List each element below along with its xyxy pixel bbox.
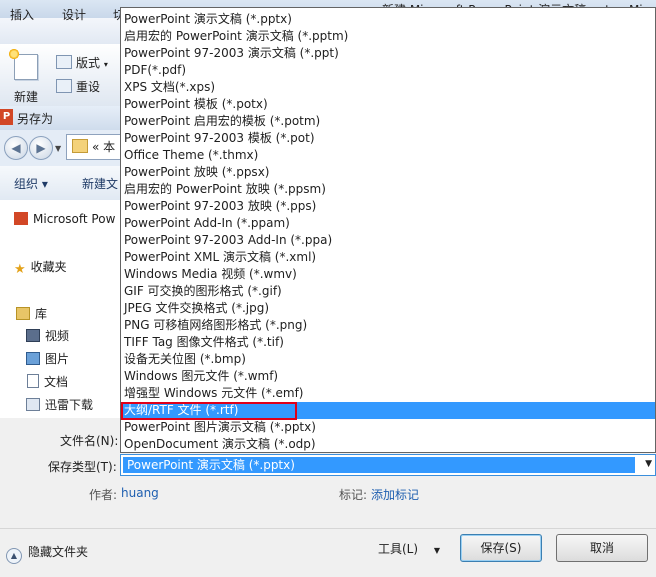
nav-item-microsoft-powerpoint[interactable]: Microsoft Pow xyxy=(14,212,115,226)
powerpoint-icon xyxy=(14,212,28,225)
savetype-select[interactable]: PowerPoint 演示文稿 (*.pptx) ▼ xyxy=(120,454,656,476)
address-text: « 本 xyxy=(92,140,116,154)
nav-item-thunder-downloads[interactable]: 迅雷下载 xyxy=(26,396,93,413)
dropdown-option[interactable]: PowerPoint 模板 (*.potx) xyxy=(124,96,653,113)
save-button[interactable]: 保存(S) xyxy=(460,534,542,562)
nav-item-label: 文档 xyxy=(44,375,69,389)
nav-item-libraries[interactable]: 库 xyxy=(16,305,47,322)
tab-insert[interactable]: 插入 xyxy=(10,6,34,23)
layout-icon xyxy=(56,55,72,69)
forward-arrow-icon: ▶ xyxy=(36,141,46,155)
reset-button[interactable]: 重设 xyxy=(56,78,100,95)
dropdown-option[interactable]: XPS 文档(*.xps) xyxy=(124,79,653,96)
tab-design[interactable]: 设计 xyxy=(62,6,86,23)
tools-dropdown-icon: ▼ xyxy=(433,546,441,555)
tags-label: 标记: xyxy=(339,488,368,502)
hide-folders-button[interactable]: ▲ 隐藏文件夹 xyxy=(6,543,88,564)
tools-label: 工具(L) xyxy=(378,542,419,556)
organize-button[interactable]: 组织 ▾ xyxy=(14,175,48,192)
nav-item-pictures[interactable]: 图片 xyxy=(26,350,69,367)
nav-item-videos[interactable]: 视频 xyxy=(26,327,69,344)
reset-icon xyxy=(56,79,72,93)
dropdown-option[interactable]: OpenDocument 演示文稿 (*.odp) xyxy=(124,436,653,452)
dropdown-option[interactable]: PowerPoint 97-2003 Add-In (*.ppa) xyxy=(124,232,653,249)
dropdown-option[interactable]: Windows Media 视频 (*.wmv) xyxy=(124,266,653,283)
dropdown-option[interactable]: PDF(*.pdf) xyxy=(124,62,653,79)
savetype-value: PowerPoint 演示文稿 (*.pptx) xyxy=(123,457,635,473)
nav-item-label: Microsoft Pow xyxy=(33,212,116,226)
nav-item-documents[interactable]: 文档 xyxy=(27,373,68,390)
collapse-icon: ▲ xyxy=(6,548,22,564)
divider xyxy=(0,528,656,529)
dropdown-arrow-icon: ▼ xyxy=(645,459,652,469)
dropdown-option[interactable]: PowerPoint 启用宏的模板 (*.potm) xyxy=(124,113,653,130)
new-slide-button[interactable]: 新建 xyxy=(8,48,44,104)
dropdown-option[interactable]: PowerPoint 97-2003 演示文稿 (*.ppt) xyxy=(124,45,653,62)
tools-button[interactable]: 工具(L) ▼ xyxy=(378,540,440,557)
new-folder-button[interactable]: 新建文 xyxy=(82,175,118,192)
video-icon xyxy=(26,329,40,342)
dropdown-option[interactable]: PowerPoint 97-2003 放映 (*.pps) xyxy=(124,198,653,215)
highlight-outline xyxy=(121,402,297,420)
dropdown-option[interactable]: 设备无关位图 (*.bmp) xyxy=(124,351,653,368)
dropdown-option[interactable]: PowerPoint 放映 (*.ppsx) xyxy=(124,164,653,181)
dropdown-option[interactable]: 增强型 Windows 元文件 (*.emf) xyxy=(124,385,653,402)
library-icon xyxy=(16,307,30,320)
dialog-title: 另存为 xyxy=(17,112,54,126)
hide-folders-label: 隐藏文件夹 xyxy=(28,545,89,559)
dropdown-option[interactable]: Office Theme (*.thmx) xyxy=(124,147,653,164)
savetype-dropdown-list: PowerPoint 演示文稿 (*.pptx) 启用宏的 PowerPoint … xyxy=(120,7,656,453)
layout-button[interactable]: 版式 ▾ xyxy=(56,54,108,71)
filename-label: 文件名(N): xyxy=(60,434,119,448)
cancel-button[interactable]: 取消 xyxy=(556,534,648,562)
nav-item-label: 图片 xyxy=(45,352,70,366)
dropdown-option[interactable]: PowerPoint XML 演示文稿 (*.xml) xyxy=(124,249,653,266)
back-arrow-icon: ◀ xyxy=(11,141,21,155)
author-value[interactable]: huang xyxy=(121,486,159,500)
back-button[interactable]: ◀ xyxy=(4,136,28,160)
new-slide-icon xyxy=(9,49,38,80)
download-icon xyxy=(26,398,40,411)
reset-label: 重设 xyxy=(76,80,101,94)
nav-item-label: 收藏夹 xyxy=(30,260,67,274)
dropdown-option[interactable]: GIF 可交换的图形格式 (*.gif) xyxy=(124,283,653,300)
dropdown-option[interactable]: TIFF Tag 图像文件格式 (*.tif) xyxy=(124,334,653,351)
new-slide-label: 新建 xyxy=(14,90,39,104)
savetype-label: 保存类型(T): xyxy=(48,460,117,474)
dropdown-option[interactable]: PowerPoint Add-In (*.ppam) xyxy=(124,215,653,232)
dropdown-option[interactable]: Windows 图元文件 (*.wmf) xyxy=(124,368,653,385)
dropdown-option[interactable]: PowerPoint 演示文稿 (*.pptx) xyxy=(124,11,653,28)
dropdown-option[interactable]: PNG 可移植网络图形格式 (*.png) xyxy=(124,317,653,334)
picture-icon xyxy=(26,352,40,365)
author-label: 作者: xyxy=(89,488,118,502)
dropdown-option[interactable]: 启用宏的 PowerPoint 放映 (*.ppsm) xyxy=(124,181,653,198)
dropdown-option[interactable]: 启用宏的 PowerPoint 演示文稿 (*.pptm) xyxy=(124,28,653,45)
dropdown-option[interactable]: PowerPoint 图片演示文稿 (*.pptx) xyxy=(124,419,653,436)
powerpoint-icon: P xyxy=(0,109,13,125)
folder-icon xyxy=(72,139,88,153)
navigation-pane: Microsoft Pow ★ 收藏夹 库 视频 图片 文档 迅雷下载 xyxy=(0,200,123,418)
nav-item-label: 迅雷下载 xyxy=(45,398,94,412)
nav-item-label: 视频 xyxy=(45,329,70,343)
document-icon xyxy=(27,374,39,388)
layout-label: 版式 xyxy=(76,56,101,70)
tags-value[interactable]: 添加标记 xyxy=(371,486,419,503)
nav-item-favorites[interactable]: ★ 收藏夹 xyxy=(14,258,67,277)
forward-button[interactable]: ▶ xyxy=(29,136,53,160)
star-icon: ★ xyxy=(14,262,26,277)
history-dropdown-icon[interactable]: ▼ xyxy=(55,144,61,153)
dropdown-option[interactable]: JPEG 文件交换格式 (*.jpg) xyxy=(124,300,653,317)
nav-item-label: 库 xyxy=(35,307,48,321)
dropdown-option[interactable]: PowerPoint 97-2003 模板 (*.pot) xyxy=(124,130,653,147)
